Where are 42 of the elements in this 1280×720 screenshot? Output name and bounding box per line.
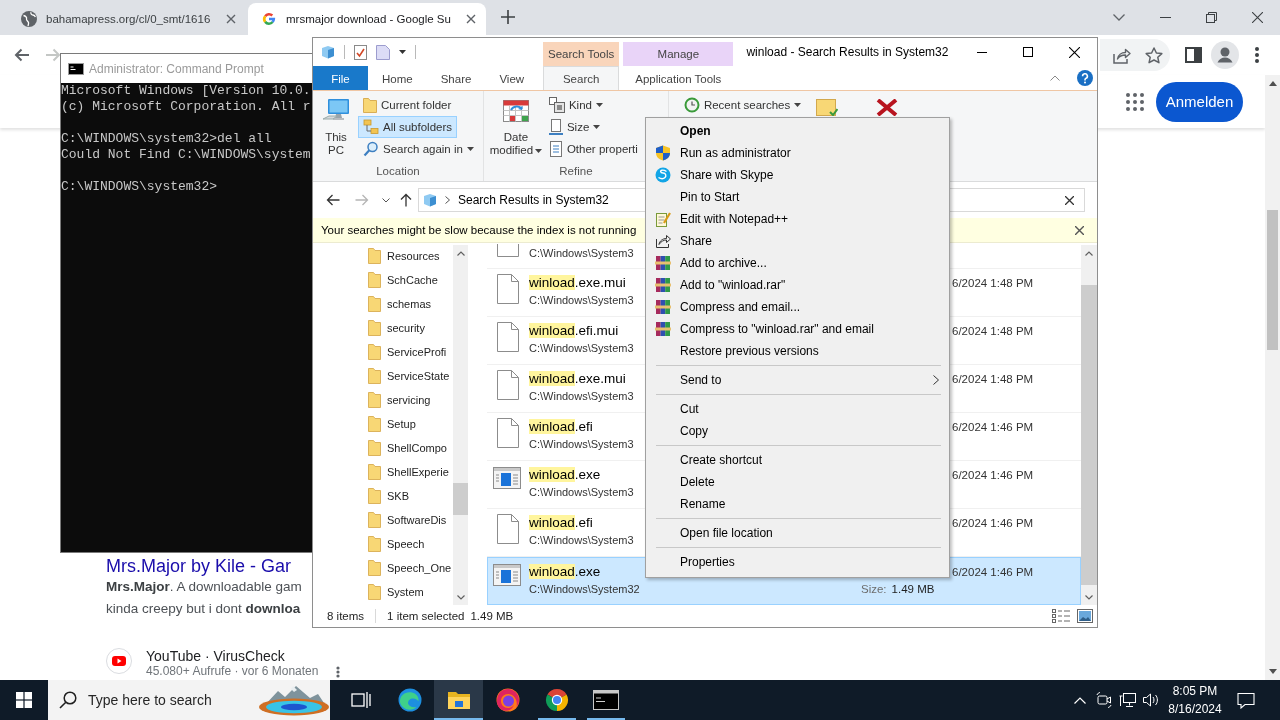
file-path: C:\Windows\System3: [529, 533, 634, 548]
selection-size: 1.49 MB: [470, 610, 514, 622]
file-path: C:\Windows\System3: [529, 437, 634, 452]
result-meta: 45.080+ Aufrufe · vor 6 Monaten: [146, 664, 319, 678]
file-date: 6/2024 1:48 PM: [952, 373, 1034, 385]
tab-group-header: Search Tools: [543, 42, 620, 66]
file-date: 6/2024 1:46 PM: [952, 469, 1034, 481]
snippet-text: Mrs.Major. A downloadable gam: [106, 578, 302, 596]
item-count: 8 items: [327, 610, 365, 622]
file-name: winload.efi.mui: [529, 322, 619, 340]
file-path: C:\Windows\System3: [529, 341, 634, 356]
selection-count: 1 item selected: [387, 610, 465, 622]
file-name: winload.efi: [529, 514, 593, 532]
file-path: C:\Windows\System3: [529, 293, 634, 308]
file-date: 6/2024 1:48 PM: [952, 325, 1034, 337]
file-path: C:\Windows\System32: [529, 582, 640, 597]
terminal-line: C:\WINDOWS\system32>del all: [61, 131, 273, 147]
window-title: winload - Search Results in System32: [746, 45, 949, 59]
window-title: Administrator: Command Prompt: [89, 61, 264, 76]
file-name: winload.exe.mui: [529, 274, 626, 292]
group-label: Refine: [559, 164, 593, 179]
file-date: 6/2024 1:46 PM: [952, 517, 1034, 529]
file-name: winload.efi: [529, 418, 593, 436]
notice-text: Your searches might be slow because the index is not running: [321, 224, 637, 236]
size-label: Size:: [861, 582, 887, 597]
file-path: C:\Windows\System3: [529, 485, 634, 500]
file-size: 1.49 MB: [891, 582, 935, 597]
file-name: winload.exe: [529, 563, 601, 581]
file-name: winload.exe: [529, 466, 601, 484]
file-path: C:\Windows\System3: [529, 389, 634, 404]
file-date: 6/2024 1:48 PM: [952, 277, 1034, 289]
snippet-text: kinda creepy but i dont downloa: [106, 600, 301, 618]
file-date: 6/2024 1:46 PM: [952, 566, 1034, 578]
terminal-line: Microsoft Windows [Version 10.0.: [61, 83, 312, 99]
file-date: 6/2024 1:46 PM: [952, 421, 1034, 433]
file-path: C:\Windows\System3: [529, 246, 634, 261]
terminal-line: (c) Microsoft Corporation. All r: [61, 99, 312, 115]
group-label: Location: [376, 164, 420, 179]
terminal-line: Could Not Find C:\WINDOWS\system: [61, 147, 312, 163]
file-name: winload.exe.mui: [529, 370, 626, 388]
terminal-line: C:\WINDOWS\system32>: [61, 179, 219, 195]
tab-group-header: Manage: [623, 42, 734, 66]
